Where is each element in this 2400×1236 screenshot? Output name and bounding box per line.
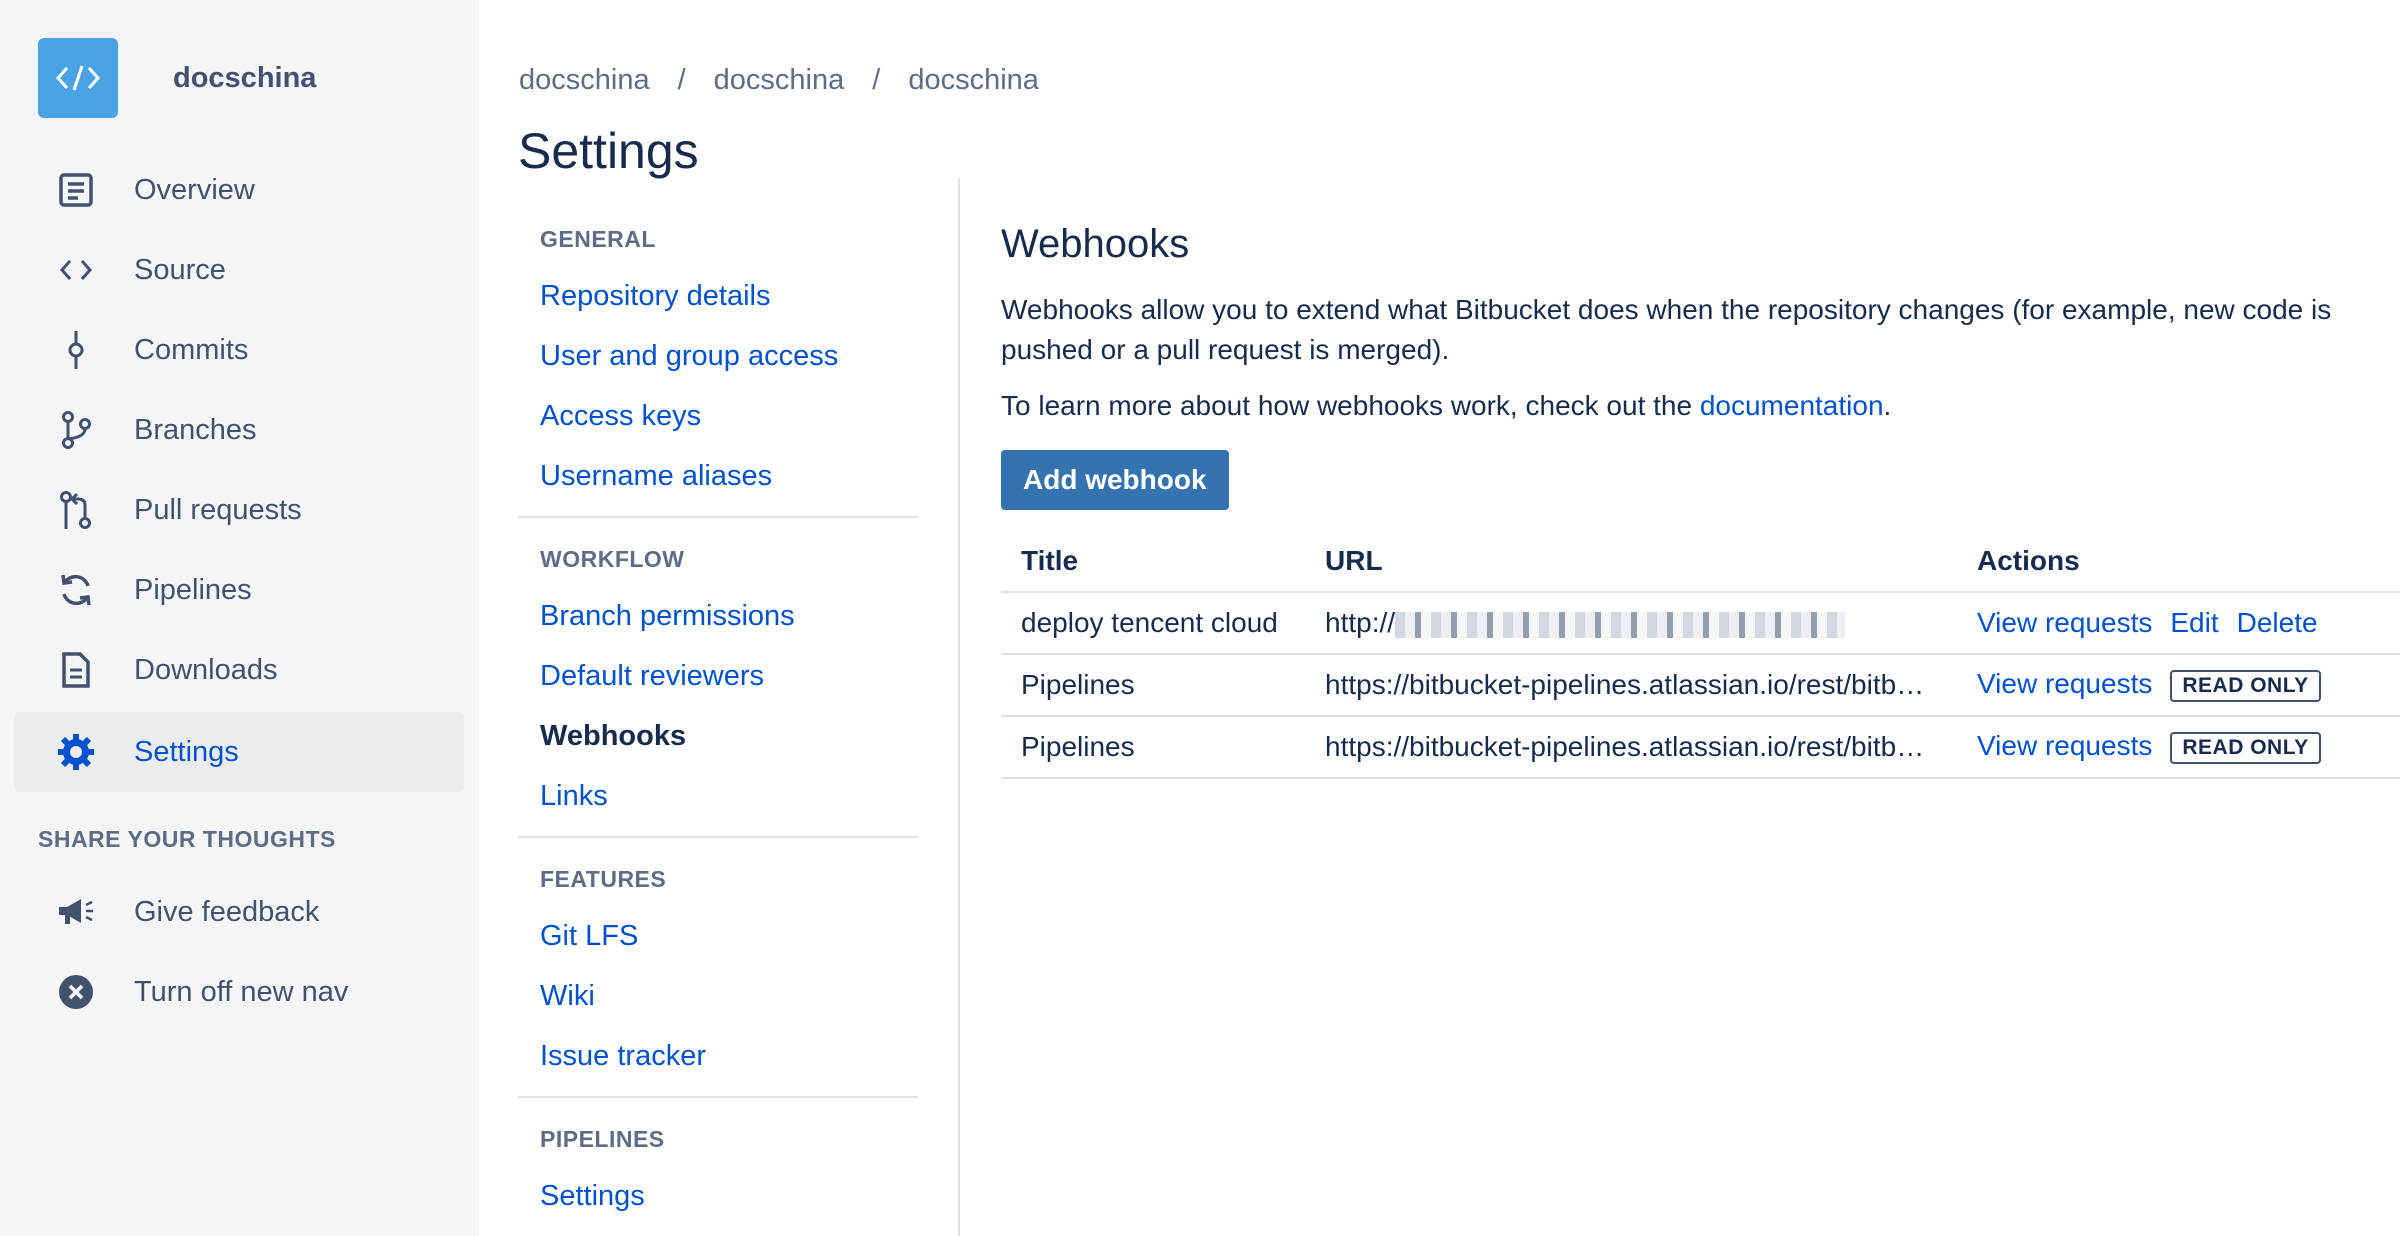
breadcrumb-separator: / bbox=[677, 64, 686, 96]
breadcrumb-item[interactable]: docschina bbox=[714, 64, 845, 97]
delete-link[interactable]: Delete bbox=[2237, 607, 2318, 638]
settings-group-general: GENERAL bbox=[540, 226, 656, 252]
table-row: Pipelines https://bitbucket-pipelines.at… bbox=[1001, 654, 2400, 717]
repo-name[interactable]: docschina bbox=[173, 62, 316, 95]
settings-link-issue-tracker[interactable]: Issue tracker bbox=[540, 1040, 706, 1073]
webhook-url: https://bitbucket-pipelines.atlassian.io… bbox=[1305, 654, 1957, 717]
webhook-url: http:// bbox=[1305, 592, 1957, 655]
content-divider bbox=[958, 178, 960, 1236]
obscured-url bbox=[1395, 611, 1846, 638]
sidebar-item-commits[interactable]: Commits bbox=[14, 310, 464, 390]
view-requests-link[interactable]: View requests bbox=[1977, 668, 2152, 699]
close-circle-icon bbox=[56, 972, 96, 1012]
turn-off-new-nav-button[interactable]: Turn off new nav bbox=[14, 952, 464, 1032]
breadcrumb-separator: / bbox=[872, 64, 881, 96]
webhook-title: Pipelines bbox=[1001, 716, 1305, 779]
column-header-url: URL bbox=[1305, 530, 1957, 593]
webhooks-table: Title URL Actions deploy tencent cloud h… bbox=[1001, 530, 2400, 779]
overview-icon bbox=[56, 170, 96, 210]
webhook-url-text: http:// bbox=[1325, 607, 1396, 638]
settings-link-webhooks[interactable]: Webhooks bbox=[540, 720, 686, 753]
webhook-actions: View requests READ ONLY bbox=[1957, 716, 2400, 779]
settings-link-branch-permissions[interactable]: Branch permissions bbox=[540, 600, 795, 633]
table-row: Pipelines https://bitbucket-pipelines.at… bbox=[1001, 716, 2400, 779]
settings-link-git-lfs[interactable]: Git LFS bbox=[540, 920, 638, 953]
settings-link-username-aliases[interactable]: Username aliases bbox=[540, 460, 772, 493]
sidebar-item-label: Overview bbox=[134, 173, 255, 206]
settings-divider bbox=[518, 516, 918, 518]
code-icon bbox=[55, 65, 101, 91]
settings-group-workflow: WORKFLOW bbox=[540, 546, 685, 572]
breadcrumb-item[interactable]: docschina bbox=[519, 64, 650, 97]
code-icon bbox=[56, 250, 96, 290]
sidebar-item-label: Pipelines bbox=[134, 573, 252, 606]
gear-icon bbox=[56, 732, 96, 772]
sidebar-item-label: Pull requests bbox=[134, 493, 302, 526]
webhook-title: Pipelines bbox=[1001, 654, 1305, 717]
view-requests-link[interactable]: View requests bbox=[1977, 730, 2152, 761]
webhook-url: https://bitbucket-pipelines.atlassian.io… bbox=[1305, 716, 1957, 779]
learn-more-text: To learn more about how webhooks work, c… bbox=[1001, 390, 1700, 421]
settings-link-links[interactable]: Links bbox=[540, 780, 608, 813]
webhooks-description: Webhooks allow you to extend what Bitbuc… bbox=[1001, 294, 2332, 365]
settings-group-features: FEATURES bbox=[540, 866, 667, 892]
read-only-badge: READ ONLY bbox=[2170, 731, 2321, 764]
settings-divider bbox=[518, 1096, 918, 1098]
webhooks-title: Webhooks bbox=[1001, 222, 1190, 266]
settings-link-repository-details[interactable]: Repository details bbox=[540, 280, 771, 313]
settings-link-access-keys[interactable]: Access keys bbox=[540, 400, 701, 433]
breadcrumb: docschina / docschina / docschina bbox=[519, 64, 1039, 97]
megaphone-icon bbox=[56, 892, 96, 932]
settings-link-default-reviewers[interactable]: Default reviewers bbox=[540, 660, 764, 693]
settings-link-user-group-access[interactable]: User and group access bbox=[540, 340, 838, 373]
webhook-actions: View requests Edit Delete bbox=[1957, 592, 2400, 655]
pull-request-icon bbox=[56, 490, 96, 530]
turn-off-new-nav-label: Turn off new nav bbox=[134, 975, 349, 1008]
sidebar-item-settings[interactable]: Settings bbox=[14, 712, 464, 792]
sidebar-item-label: Downloads bbox=[134, 653, 278, 686]
sidebar-item-overview[interactable]: Overview bbox=[14, 150, 464, 230]
settings-divider bbox=[518, 836, 918, 838]
webhook-title: deploy tencent cloud bbox=[1001, 592, 1305, 655]
settings-link-pipelines-settings[interactable]: Settings bbox=[540, 1180, 645, 1213]
sidebar-item-pull-requests[interactable]: Pull requests bbox=[14, 470, 464, 550]
branch-icon bbox=[56, 410, 96, 450]
table-row: deploy tencent cloud http:// View reques… bbox=[1001, 592, 2400, 655]
sidebar-item-branches[interactable]: Branches bbox=[14, 390, 464, 470]
document-icon bbox=[56, 650, 96, 690]
read-only-badge: READ ONLY bbox=[2170, 669, 2321, 702]
edit-link[interactable]: Edit bbox=[2170, 607, 2218, 638]
settings-link-wiki[interactable]: Wiki bbox=[540, 980, 595, 1013]
page-title: Settings bbox=[518, 123, 699, 179]
add-webhook-button[interactable]: Add webhook bbox=[1001, 450, 1229, 510]
sidebar-item-label: Source bbox=[134, 253, 226, 286]
sidebar-item-downloads[interactable]: Downloads bbox=[14, 630, 464, 710]
sidebar-item-label: Settings bbox=[134, 735, 239, 768]
sidebar: docschina Overview Source Commits Branch… bbox=[0, 0, 479, 1236]
give-feedback-button[interactable]: Give feedback bbox=[14, 872, 464, 952]
breadcrumb-item[interactable]: docschina bbox=[908, 64, 1039, 97]
column-header-actions: Actions bbox=[1957, 530, 2400, 593]
column-header-title: Title bbox=[1001, 530, 1305, 593]
webhook-actions: View requests READ ONLY bbox=[1957, 654, 2400, 717]
repo-header[interactable]: docschina bbox=[38, 38, 316, 118]
webhooks-learn-more: To learn more about how webhooks work, c… bbox=[1001, 390, 1891, 422]
share-thoughts-heading: SHARE YOUR THOUGHTS bbox=[38, 826, 336, 852]
sidebar-item-label: Commits bbox=[134, 333, 249, 366]
pipelines-icon bbox=[56, 570, 96, 610]
learn-more-suffix: . bbox=[1883, 390, 1892, 421]
documentation-link[interactable]: documentation bbox=[1700, 390, 1884, 421]
table-header-row: Title URL Actions bbox=[1001, 530, 2400, 593]
repo-avatar[interactable] bbox=[38, 38, 118, 118]
commit-icon bbox=[56, 330, 96, 370]
sidebar-item-pipelines[interactable]: Pipelines bbox=[14, 550, 464, 630]
sidebar-item-source[interactable]: Source bbox=[14, 230, 464, 310]
settings-group-pipelines: PIPELINES bbox=[540, 1126, 665, 1152]
view-requests-link[interactable]: View requests bbox=[1977, 607, 2152, 638]
give-feedback-label: Give feedback bbox=[134, 895, 320, 928]
sidebar-item-label: Branches bbox=[134, 413, 257, 446]
